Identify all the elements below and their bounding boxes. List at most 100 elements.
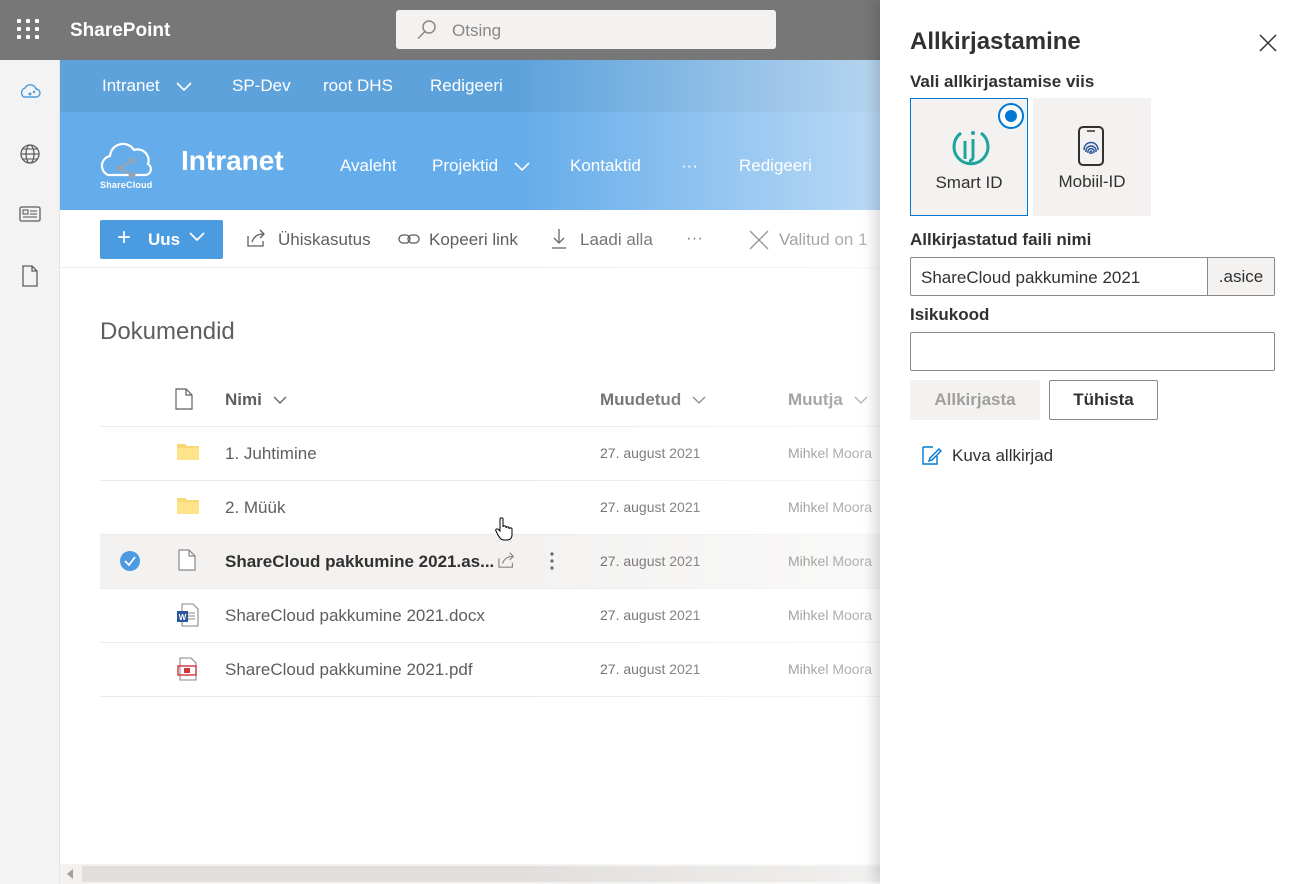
download-command[interactable]: Laadi alla bbox=[580, 230, 653, 250]
word-file-icon: W bbox=[177, 603, 199, 627]
pdf-file-icon bbox=[177, 657, 197, 681]
search-input[interactable]: Otsing bbox=[396, 10, 776, 49]
row-modified-by: Mihkel Moora bbox=[788, 499, 873, 515]
file-name-value: ShareCloud pakkumine 2021 bbox=[921, 268, 1141, 287]
row-modified-by: Mihkel Moora bbox=[788, 607, 873, 623]
radio-selected-icon[interactable] bbox=[998, 103, 1024, 129]
id-code-label: Isikukood bbox=[910, 305, 990, 324]
site-nav-edit[interactable]: Redigeeri bbox=[739, 156, 812, 176]
show-signatures-label: Kuva allkirjad bbox=[952, 446, 1054, 465]
table-row[interactable]: ShareCloud pakkumine 2021.pdf 27. august… bbox=[100, 643, 880, 697]
file-icon bbox=[178, 549, 196, 571]
share-icon[interactable] bbox=[246, 228, 268, 248]
show-signatures-link[interactable]: Kuva allkirjad bbox=[920, 444, 1053, 471]
file-name-label: Allkirjastatud faili nimi bbox=[910, 230, 1092, 249]
site-header: ShareCloud Intranet Avaleht Projektid Ko… bbox=[60, 112, 880, 210]
logo-text: ShareCloud bbox=[100, 180, 153, 190]
site-nav-more[interactable]: ··· bbox=[681, 156, 698, 176]
new-button-label: Uus bbox=[148, 230, 181, 249]
panel-title: Allkirjastamine bbox=[910, 28, 1081, 55]
row-modified-by: Mihkel Moora bbox=[788, 553, 873, 569]
signing-method-label: Vali allkirjastamise viis bbox=[910, 72, 1095, 91]
news-icon[interactable] bbox=[18, 202, 42, 226]
column-header-name-label: Nimi bbox=[225, 390, 262, 409]
chevron-down-icon bbox=[273, 396, 287, 404]
row-name[interactable]: 2. Müük bbox=[225, 498, 285, 518]
selection-count: Valitud on 1 bbox=[779, 230, 868, 249]
column-header-modified-by[interactable]: Muutja bbox=[788, 390, 868, 410]
id-code-field[interactable] bbox=[910, 332, 1275, 371]
checkmark-circle-icon[interactable] bbox=[120, 551, 140, 571]
horizontal-scrollbar[interactable] bbox=[60, 864, 880, 884]
signing-panel: Allkirjastamine Vali allkirjastamise vii… bbox=[880, 0, 1305, 884]
file-type-header-icon[interactable] bbox=[175, 388, 193, 410]
site-nav-home[interactable]: Avaleht bbox=[340, 156, 396, 176]
search-placeholder: Otsing bbox=[452, 21, 502, 40]
site-title[interactable]: Intranet bbox=[181, 145, 284, 177]
column-header-modified-label: Muudetud bbox=[600, 390, 682, 409]
hub-item-root-dhs[interactable]: root DHS bbox=[323, 76, 393, 96]
app-brand[interactable]: SharePoint bbox=[70, 20, 170, 42]
row-name[interactable]: ShareCloud pakkumine 2021.docx bbox=[225, 606, 485, 626]
more-vertical-icon[interactable] bbox=[550, 551, 554, 571]
chevron-down-icon bbox=[189, 232, 205, 242]
left-rail bbox=[0, 60, 60, 884]
chevron-down-icon[interactable] bbox=[514, 162, 530, 172]
column-header-modified[interactable]: Muudetud bbox=[600, 390, 706, 410]
hub-navigation: Intranet SP-Dev root DHS Redigeeri bbox=[60, 60, 880, 112]
scroll-left-icon[interactable] bbox=[66, 869, 74, 879]
svg-text:W: W bbox=[179, 613, 187, 622]
hub-item-intranet[interactable]: Intranet bbox=[102, 76, 160, 96]
row-modified: 27. august 2021 bbox=[600, 661, 701, 677]
new-button[interactable]: + Uus bbox=[100, 220, 223, 259]
chevron-down-icon bbox=[854, 396, 867, 404]
table-row[interactable]: 2. Müük 27. august 2021 Mihkel Moora bbox=[100, 481, 880, 535]
close-icon[interactable] bbox=[1259, 34, 1277, 52]
site-nav-projects[interactable]: Projektid bbox=[432, 156, 498, 176]
table-row[interactable]: W ShareCloud pakkumine 2021.docx 27. aug… bbox=[100, 589, 880, 643]
row-name[interactable]: ShareCloud pakkumine 2021.pdf bbox=[225, 660, 473, 680]
folder-icon bbox=[177, 498, 199, 514]
row-modified: 27. august 2021 bbox=[600, 499, 701, 515]
close-icon[interactable] bbox=[749, 230, 769, 250]
more-commands[interactable]: ··· bbox=[686, 228, 703, 248]
share-command[interactable]: Ühiskasutus bbox=[278, 230, 371, 250]
command-bar: + Uus Ühiskasutus Kopeeri link Laadi all… bbox=[60, 210, 880, 268]
row-name[interactable]: ShareCloud pakkumine 2021.as... bbox=[225, 552, 494, 572]
app-launcher-icon[interactable] bbox=[17, 19, 41, 41]
sharecloud-icon[interactable] bbox=[18, 80, 42, 104]
link-icon[interactable] bbox=[398, 232, 420, 246]
column-header-modified-by-label: Muutja bbox=[788, 390, 843, 409]
hub-item-edit[interactable]: Redigeeri bbox=[430, 76, 503, 96]
table-row[interactable]: 1. Juhtimine 27. august 2021 Mihkel Moor… bbox=[100, 427, 880, 481]
download-icon[interactable] bbox=[551, 228, 567, 250]
row-modified: 27. august 2021 bbox=[600, 445, 701, 461]
document-icon[interactable] bbox=[18, 264, 42, 288]
folder-icon bbox=[177, 444, 199, 460]
chevron-down-icon[interactable] bbox=[176, 82, 192, 92]
method-smart-id[interactable]: Smart ID bbox=[910, 98, 1028, 216]
method-name: Mobiil-ID bbox=[1058, 172, 1126, 191]
copy-link-command[interactable]: Kopeeri link bbox=[429, 230, 518, 250]
smart-id-icon bbox=[952, 131, 990, 166]
mobile-fingerprint-icon bbox=[1078, 126, 1104, 166]
table-row[interactable]: ShareCloud pakkumine 2021.as... 27. augu… bbox=[100, 535, 880, 589]
row-name[interactable]: 1. Juhtimine bbox=[225, 444, 317, 464]
signature-edit-icon bbox=[922, 446, 942, 465]
row-modified: 27. august 2021 bbox=[600, 607, 701, 623]
file-name-field[interactable]: ShareCloud pakkumine 2021 .asice bbox=[910, 257, 1275, 296]
row-modified-by: Mihkel Moora bbox=[788, 445, 873, 461]
globe-icon[interactable] bbox=[18, 142, 42, 166]
hub-item-sp-dev[interactable]: SP-Dev bbox=[232, 76, 291, 96]
column-header-name[interactable]: Nimi bbox=[225, 390, 287, 410]
library-title: Dokumendid bbox=[100, 318, 235, 345]
share-icon[interactable] bbox=[497, 551, 517, 569]
sign-button[interactable]: Allkirjasta bbox=[910, 380, 1040, 420]
scrollbar-thumb[interactable] bbox=[82, 866, 880, 882]
method-name: Smart ID bbox=[935, 173, 1003, 192]
plus-icon: + bbox=[117, 224, 132, 251]
method-mobiil-id[interactable]: Mobiil-ID bbox=[1033, 98, 1151, 216]
site-nav-contacts[interactable]: Kontaktid bbox=[570, 156, 641, 176]
file-suffix: .asice bbox=[1207, 258, 1274, 295]
cancel-button[interactable]: Tühista bbox=[1049, 380, 1158, 420]
